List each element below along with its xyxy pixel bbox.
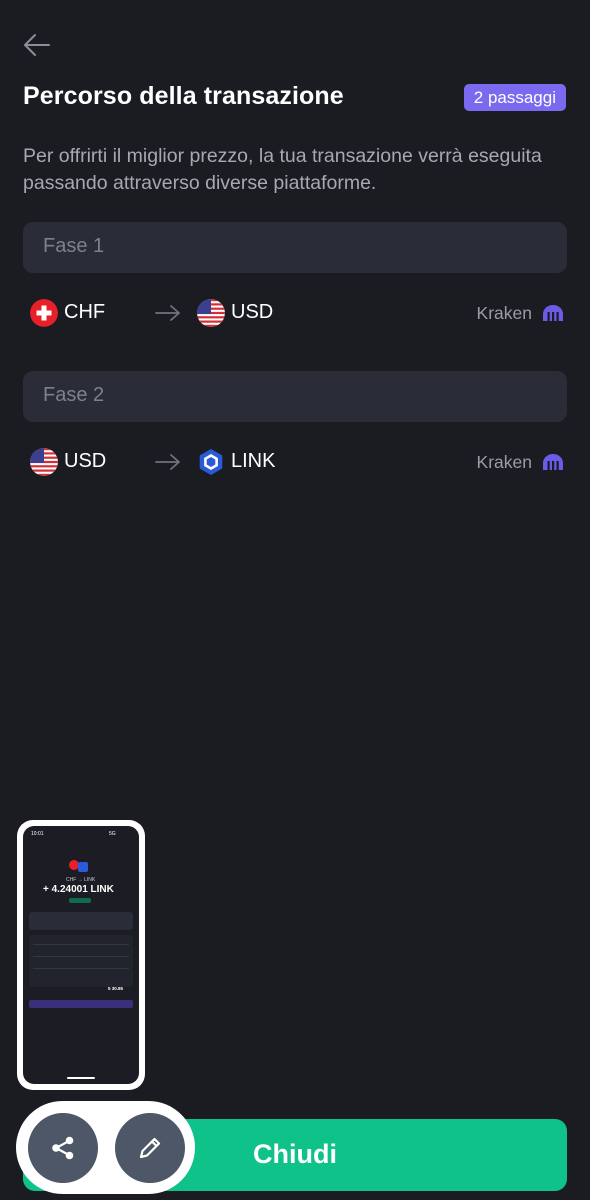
thumbnail-screen: 10:01 5G CHF → LINK + 4.24001 LINK 5 30.… [23,826,139,1084]
phase-2-header: Fase 2 [23,371,567,422]
phase-1-route: CHF USD Kraken [23,297,567,331]
thumb-home-indicator [67,1077,95,1079]
chainlink-icon [197,448,225,476]
phase-1-to-currency: USD [231,301,274,323]
thumb-status-network: 5G [109,831,116,837]
arrow-right-icon [155,305,180,321]
edit-button[interactable] [115,1113,185,1183]
screenshot-actions [16,1101,195,1194]
thumb-chainlink-icon [78,862,88,872]
arrow-right-icon [155,454,180,470]
share-icon [52,1136,74,1160]
kraken-logo-icon [543,454,563,471]
swiss-flag-icon [30,299,58,327]
phase-2-to-currency: LINK [231,450,276,472]
thumb-status-time: 10:01 [31,831,44,837]
thumb-card [29,912,133,930]
thumb-divider [33,944,129,945]
back-button[interactable] [22,32,52,58]
us-flag-icon [197,299,225,327]
thumb-amount: + 4.24001 LINK [43,884,114,895]
description-text: Per offrirti il miglior prezzo, la tua t… [23,145,542,194]
thumb-pair: CHF → LINK [66,877,96,883]
screenshot-thumbnail[interactable]: 10:01 5G CHF → LINK + 4.24001 LINK 5 30.… [17,820,145,1090]
thumb-status-badge [69,898,91,903]
pencil-icon [139,1137,161,1159]
thumb-route-row [29,1000,133,1008]
phase-2-venue: Kraken [476,452,532,472]
phase-2-route: USD LINK Kraken [23,446,567,480]
phase-1-venue: Kraken [476,303,532,323]
thumb-divider [33,968,129,969]
phase-2-from-currency: USD [64,450,107,472]
arrow-left-icon [24,34,50,56]
thumb-details-card [29,935,133,987]
close-button-label: Chiudi [253,1139,337,1169]
phase-2-label: Fase 2 [43,384,105,406]
phase-1-label: Fase 1 [43,235,105,257]
kraken-logo-icon [543,305,563,322]
share-button[interactable] [28,1113,98,1183]
thumb-total: 5 30.85 [108,986,124,991]
phase-1-header: Fase 1 [23,222,567,273]
thumb-divider [33,956,129,957]
steps-badge: 2 passaggi [463,84,566,111]
us-flag-icon [30,448,58,476]
page-title: Percorso della transazione [23,82,344,110]
phase-1-from-currency: CHF [64,301,106,323]
